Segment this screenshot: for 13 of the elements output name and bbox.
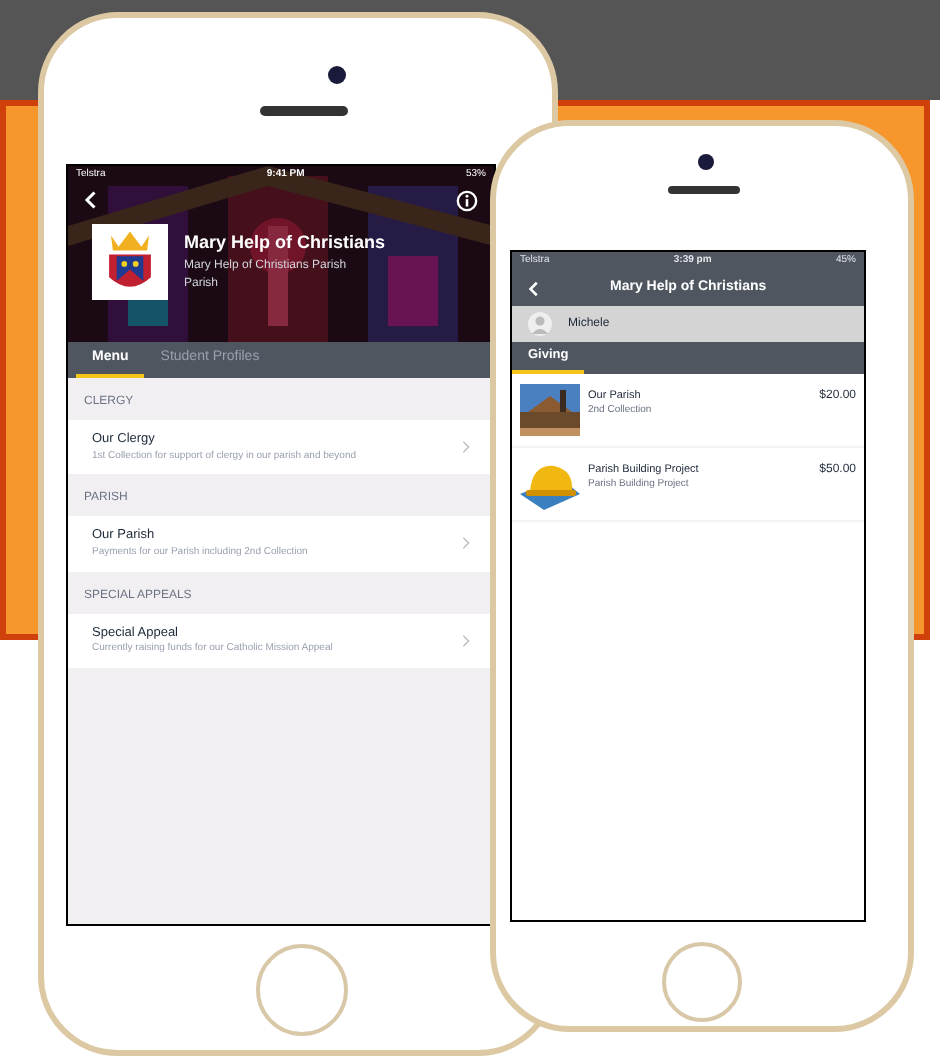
back-icon[interactable] [528,279,538,297]
chevron-icon [462,536,470,551]
crest-logo [92,224,168,300]
speaker-grille [260,106,348,116]
chevron-icon [462,633,470,648]
info-icon[interactable] [456,189,478,211]
speaker-grille [668,186,740,194]
avatar-icon [528,312,552,336]
camera-icon [698,154,714,170]
back-icon[interactable] [84,190,96,210]
chevron-icon [462,440,470,455]
parish-title: Mary Help of Christians [184,230,386,257]
camera-icon [328,66,346,84]
